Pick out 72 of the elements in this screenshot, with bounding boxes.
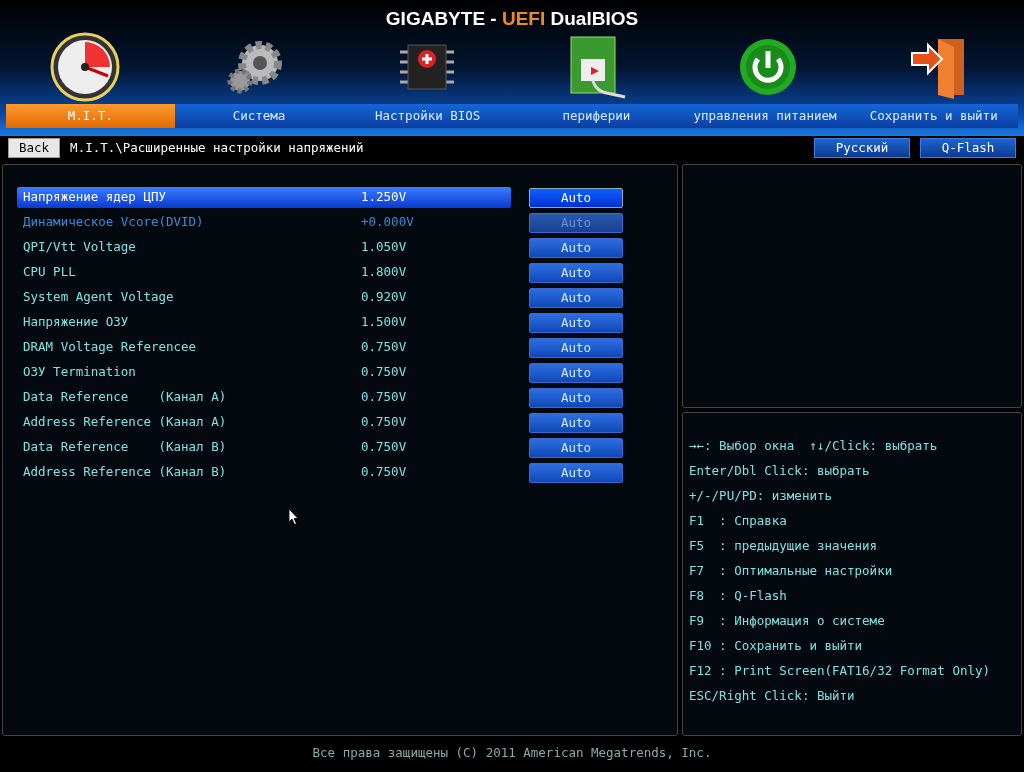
circuit-board-icon[interactable] <box>567 35 628 99</box>
setting-row[interactable]: Напряжение ОЗУ 1.500V <box>17 312 511 333</box>
tab[interactable]: Система <box>174 104 344 128</box>
setting-value: +0.000V <box>361 213 415 232</box>
setting-name: System Agent Voltage <box>23 288 175 307</box>
help-line: F5 : предыдущие значения <box>689 537 879 555</box>
option-button[interactable]: Auto <box>529 412 623 433</box>
tab[interactable]: Настройки BIOS <box>343 104 512 128</box>
setting-row[interactable]: DRAM Voltage Referencee 0.750V <box>17 337 511 358</box>
help-line: F1 : Справка <box>689 512 788 530</box>
help-line: ESC/Right Click: Выйти <box>689 687 856 705</box>
setting-row[interactable]: QPI/Vtt Voltage 1.050V <box>17 237 511 258</box>
mouse-pointer-icon <box>289 509 299 525</box>
power-icon[interactable] <box>738 37 798 97</box>
breadcrumb-text: M.I.T.\Расширенные настройки напряжений <box>70 138 365 157</box>
option-button[interactable]: Auto <box>529 462 623 483</box>
help-line: F12 : Print Screen(FAT16/32 Format Only) <box>689 662 992 680</box>
option-button[interactable]: Auto <box>529 312 623 333</box>
toolbar-button[interactable]: Русский <box>814 138 910 158</box>
setting-name: ОЗУ Termination <box>23 363 137 382</box>
option-button[interactable]: Auto <box>529 362 623 383</box>
setting-value: 1.500V <box>361 313 408 332</box>
setting-value: 0.750V <box>361 463 408 482</box>
tab[interactable]: Сохранить и выйти <box>849 104 1019 128</box>
setting-value: 1.250V <box>361 188 408 207</box>
setting-value: 1.050V <box>361 238 408 257</box>
setting-row[interactable]: ОЗУ Termination 0.750V <box>17 362 511 383</box>
help-line: Enter/Dbl Click: выбрать <box>689 462 871 480</box>
help-line: F8 : Q-Flash <box>689 587 788 605</box>
setting-name: Data Reference (Канал B) <box>23 438 228 457</box>
help-line: →←: Выбор окна ↑↓/Click: выбрать <box>689 437 939 455</box>
setting-value: 0.750V <box>361 388 408 407</box>
copyright-text: Все права защищены (C) 2011 American Megatrends, Inc. <box>311 744 713 762</box>
setting-value: 0.750V <box>361 363 408 382</box>
setting-row[interactable]: Data Reference (Канал B) 0.750V <box>17 437 511 458</box>
setting-row[interactable]: Address Reference (Канал B) 0.750V <box>17 462 511 483</box>
setting-name: Напряжение ОЗУ <box>23 313 130 332</box>
setting-value: 0.920V <box>361 288 408 307</box>
option-button[interactable]: Auto <box>529 237 623 258</box>
setting-name: Динамическое Vcore(DVID) <box>23 213 205 232</box>
option-button[interactable]: Auto <box>529 337 623 358</box>
setting-value: 0.750V <box>361 438 408 457</box>
option-button[interactable]: Auto <box>529 262 623 283</box>
window-title: GIGABYTE - UEFI DualBIOS <box>384 7 640 30</box>
option-button[interactable]: Auto <box>529 387 623 408</box>
setting-name: Address Reference (Канал B) <box>23 463 228 482</box>
setting-value: 0.750V <box>361 338 408 357</box>
help-line: F9 : Информация о системе <box>689 612 886 630</box>
setting-name: Напряжение ядер ЦПУ <box>23 188 167 207</box>
option-button[interactable]: Auto <box>529 287 623 308</box>
setting-name: Address Reference (Канал A) <box>23 413 228 432</box>
option-button[interactable]: Auto <box>529 437 623 458</box>
option-button[interactable]: Auto <box>529 187 623 208</box>
help-line: F7 : Оптимальные настройки <box>689 562 894 580</box>
setting-row[interactable]: Напряжение ядер ЦПУ 1.250V <box>17 187 511 208</box>
help-line: F10 : Сохранить и выйти <box>689 637 864 655</box>
setting-name: CPU PLL <box>23 263 77 282</box>
back-button[interactable]: Back <box>8 138 61 158</box>
tab[interactable]: периферии <box>512 104 681 128</box>
setting-row[interactable]: CPU PLL 1.800V <box>17 262 511 283</box>
setting-value: 1.800V <box>361 263 408 282</box>
setting-name: QPI/Vtt Voltage <box>23 238 137 257</box>
setting-row[interactable]: Data Reference (Канал A) 0.750V <box>17 387 511 408</box>
setting-value: 0.750V <box>361 413 408 432</box>
setting-name: DRAM Voltage Referencee <box>23 338 198 357</box>
setting-row[interactable]: Address Reference (Канал A) 0.750V <box>17 412 511 433</box>
speedometer-icon[interactable] <box>50 32 121 102</box>
setting-row[interactable]: System Agent Voltage 0.920V <box>17 287 511 308</box>
help-line: +/-/PU/PD: изменить <box>689 487 833 505</box>
tab[interactable]: управления питанием <box>680 104 850 128</box>
setting-name: Data Reference (Канал A) <box>23 388 228 407</box>
toolbar-button[interactable]: Q-Flash <box>920 138 1016 158</box>
